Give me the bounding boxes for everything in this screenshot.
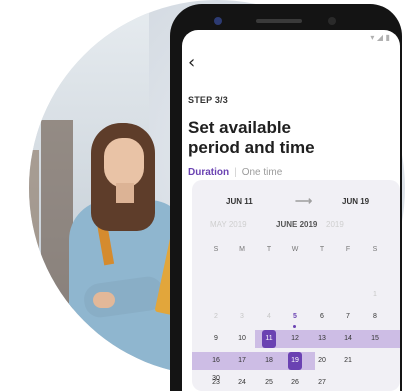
calendar-day[interactable]: 15	[368, 330, 382, 348]
previous-month[interactable]: MAY 2019	[210, 220, 247, 229]
calendar-day[interactable]: 1	[368, 286, 382, 304]
month-switcher: MAY 2019 JUNE 2019 2019	[192, 220, 400, 234]
calendar-day[interactable]: 12	[288, 330, 302, 348]
next-month[interactable]: 2019	[326, 220, 344, 229]
calendar-day[interactable]: 14	[341, 330, 355, 348]
sensor-icon	[328, 17, 336, 25]
range-start-date[interactable]: JUN 11	[226, 197, 253, 206]
chevron-left-icon: ‹	[188, 52, 196, 73]
weekday-label: W	[291, 246, 299, 253]
weekday-label: F	[345, 246, 351, 253]
weekday-label: S	[372, 246, 378, 253]
window-frame	[29, 150, 39, 330]
calendar-day[interactable]: 21	[341, 352, 355, 370]
calendar-card: JUN 11 ⟶ JUN 19 MAY 2019 JUNE 2019 2019 …	[192, 180, 400, 391]
calendar-day[interactable]: 2	[209, 308, 223, 326]
back-button[interactable]: ‹	[188, 52, 195, 73]
speaker-grille	[256, 19, 302, 23]
calendar-day[interactable]: 26	[288, 374, 302, 391]
weekday-label: T	[319, 246, 325, 253]
app-screen: ▾ ◢ ▮ ‹ STEP 3/3 Set available period an…	[182, 30, 400, 391]
calendar-day[interactable]: 7	[341, 308, 355, 326]
calendar-day[interactable]: 13	[315, 330, 329, 348]
tab-separator: |	[234, 167, 237, 178]
phone-top-bezel	[170, 4, 402, 30]
calendar-day-range-end[interactable]: 19	[288, 352, 302, 370]
mode-tabs: Duration | One time	[188, 167, 282, 178]
tab-duration[interactable]: Duration	[188, 167, 229, 178]
calendar-day[interactable]: 6	[315, 308, 329, 326]
tab-one-time[interactable]: One time	[242, 167, 283, 178]
calendar-day[interactable]: 4	[262, 308, 276, 326]
person-hand	[93, 292, 115, 308]
calendar-day[interactable]: 3	[235, 308, 249, 326]
status-bar-icons: ▾ ◢ ▮	[370, 33, 390, 42]
person-face	[104, 138, 144, 188]
step-indicator: STEP 3/3	[188, 95, 228, 105]
calendar-day[interactable]: 9	[209, 330, 223, 348]
phone-device: ▾ ◢ ▮ ‹ STEP 3/3 Set available period an…	[170, 4, 402, 391]
calendar-day[interactable]: 24	[235, 374, 249, 391]
current-month: JUNE 2019	[276, 220, 318, 229]
calendar-day[interactable]: 16	[209, 352, 223, 370]
person-neck	[116, 183, 134, 203]
calendar-day[interactable]: 30	[209, 370, 223, 388]
front-camera-icon	[214, 17, 222, 25]
calendar-day[interactable]: 18	[262, 352, 276, 370]
today-dot	[293, 325, 296, 328]
weekday-label: T	[266, 246, 272, 253]
calendar-day[interactable]: 27	[315, 374, 329, 391]
weekday-label: M	[239, 246, 245, 253]
calendar-day[interactable]: 8	[368, 308, 382, 326]
page-title-line: period and time	[188, 138, 315, 157]
weekday-label: S	[213, 246, 219, 253]
calendar-day[interactable]: 17	[235, 352, 249, 370]
calendar-day[interactable]: 25	[262, 374, 276, 391]
arrow-right-icon: ⟶	[295, 194, 313, 208]
calendar-day[interactable]: 20	[315, 352, 329, 370]
date-range-row: JUN 11 ⟶ JUN 19	[192, 194, 400, 212]
page-title-line: Set available	[188, 118, 292, 137]
range-end-date[interactable]: JUN 19	[342, 197, 369, 206]
calendar-day[interactable]: 10	[235, 330, 249, 348]
calendar-day-range-start[interactable]: 11	[262, 330, 276, 348]
page-title: Set available period and time	[188, 118, 398, 158]
calendar-day-today[interactable]: 5	[288, 308, 302, 326]
